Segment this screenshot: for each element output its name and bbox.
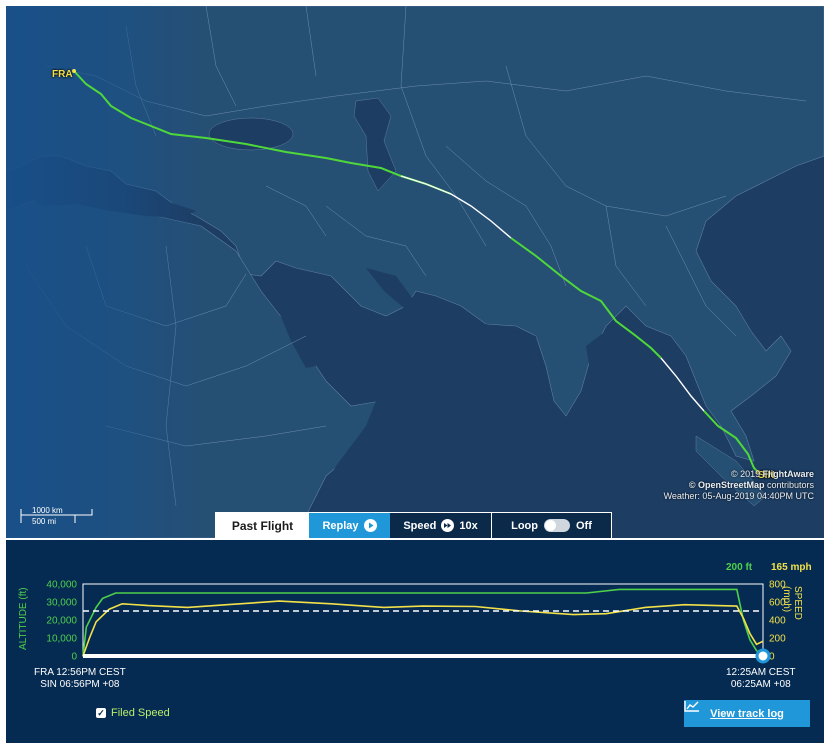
speed-axis-title: SPEED (mph) <box>781 586 803 620</box>
altitude-line <box>82 588 764 657</box>
view-track-log-button[interactable]: View track log <box>684 700 810 727</box>
chart-grid <box>82 583 764 657</box>
altitude-tick-label: 10,000 <box>46 634 77 645</box>
osm-contributors-text: contributors <box>764 480 814 490</box>
origin-airport-label[interactable]: FRA <box>52 69 73 80</box>
speed-tick-label: 200 <box>769 634 786 645</box>
map-canvas <box>6 6 824 538</box>
line-chart-icon <box>684 701 699 712</box>
chart-ticks: 40,00030,00020,00010,00008006004002000 <box>46 580 786 663</box>
check-icon[interactable]: ✓ <box>96 708 106 718</box>
chart-series <box>82 588 764 657</box>
filed-speed-label: Filed Speed <box>111 707 170 719</box>
speed-line <box>82 600 764 657</box>
altitude-tick-label: 0 <box>71 652 77 663</box>
altitude-tick-label: 30,000 <box>46 598 77 609</box>
speed-label: Speed <box>403 519 437 532</box>
flight-graph-panel: 40,000 30,000 20,000 10,000 0 800 600 400 200 0 2… <box>6 540 824 743</box>
filed-speed-toggle[interactable]: ✓ Filed Speed <box>96 707 170 719</box>
view-track-log-label: View track log <box>710 707 784 720</box>
speed-value: 10x <box>459 519 478 532</box>
arrival-times: 12:25AM CEST 06:25AM +08 <box>726 667 795 691</box>
loop-label: Loop <box>511 519 538 532</box>
timeline-handle[interactable] <box>755 648 771 664</box>
weather-timestamp: Weather: 05-Aug-2019 04:40PM UTC <box>663 491 814 501</box>
plot-frame <box>82 583 764 657</box>
altitude-tick-label: 20,000 <box>46 616 77 627</box>
current-altitude: 200 ft <box>726 562 753 573</box>
map-attribution: © 2019 FlightAware © OpenStreetMap contr… <box>664 469 814 502</box>
current-speed: 165 mph <box>771 562 812 573</box>
scale-mi-label: 500 mi <box>32 517 56 526</box>
speed-button[interactable]: Speed 10x <box>390 513 492 538</box>
timeline-bar[interactable] <box>83 654 763 658</box>
flight-map[interactable]: FRA SIN © 2019 FlightAware © OpenStreetM… <box>6 6 824 538</box>
loop-state: Off <box>576 519 592 532</box>
departure-time-origin: FRA 12:56PM CEST <box>34 667 126 678</box>
night-terminator <box>6 6 206 538</box>
arrival-time-origin: 12:25AM CEST <box>726 667 796 678</box>
arrival-time-destination: 06:25AM +08 <box>730 679 791 690</box>
altitude-tick-label: 40,000 <box>46 580 77 591</box>
scale-km-label: 1000 km <box>32 506 63 515</box>
copyright-text: © 2019 <box>731 469 763 479</box>
loop-toggle[interactable]: Loop Off <box>492 513 611 538</box>
replay-label: Replay <box>322 519 359 532</box>
fast-forward-icon <box>441 519 455 532</box>
flightaware-credit[interactable]: FlightAware <box>763 469 814 479</box>
play-icon <box>363 519 377 532</box>
departure-time-destination: SIN 06:56PM +08 <box>40 679 120 690</box>
scale-bar-icon: 1000 km 500 mi <box>20 506 93 526</box>
altitude-axis-title: ALTITUDE (ft) <box>18 587 29 650</box>
replay-controls: Past Flight Replay Speed 10x Loop Off <box>215 512 612 538</box>
past-flight-label: Past Flight <box>231 518 294 533</box>
osm-credit[interactable]: © OpenStreetMap <box>689 480 765 490</box>
replay-button[interactable]: Replay <box>309 513 390 538</box>
past-flight-tab[interactable]: Past Flight <box>216 513 309 538</box>
loop-switch[interactable] <box>544 519 570 532</box>
departure-times: FRA 12:56PM CEST SIN 06:56PM +08 <box>34 667 126 691</box>
